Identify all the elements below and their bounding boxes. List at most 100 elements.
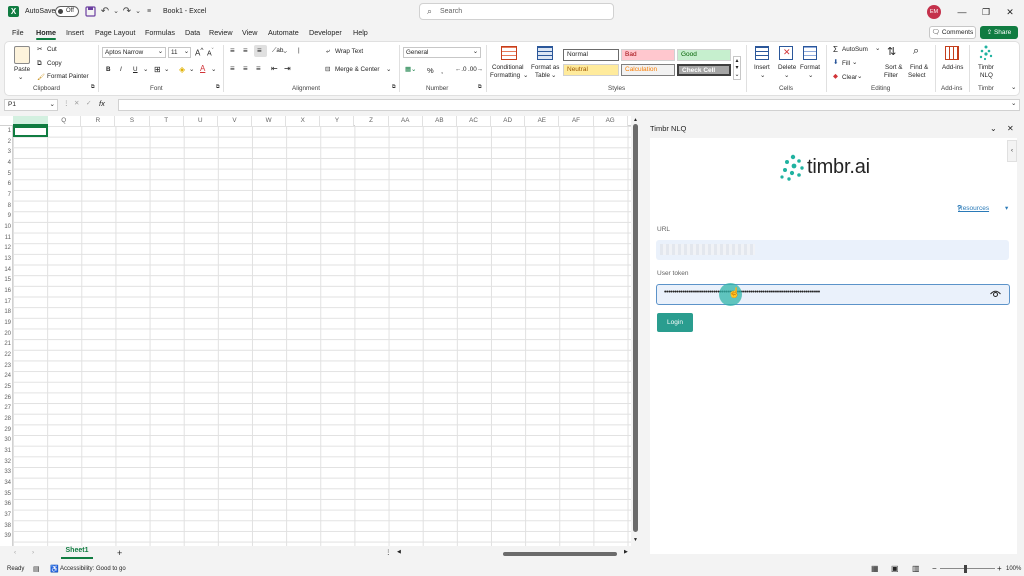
login-button[interactable]: Login <box>657 313 693 332</box>
chevron-down-icon[interactable]: ⌄ <box>875 45 880 52</box>
row-header-39[interactable]: 39 <box>0 531 13 542</box>
borders-icon[interactable]: ⊞ <box>154 65 161 74</box>
prev-sheet-icon[interactable]: ‹ <box>14 549 16 556</box>
column-header-ae[interactable]: AE <box>525 116 560 126</box>
row-header-35[interactable]: 35 <box>0 489 13 500</box>
insert-label[interactable]: Insert <box>754 64 770 71</box>
customize-toolbar-icon[interactable]: ≡ <box>143 6 155 18</box>
scroll-right-icon[interactable]: ▶ <box>624 549 628 555</box>
insert-function-icon[interactable]: fx <box>99 99 105 108</box>
minimize-icon[interactable]: — <box>955 5 969 19</box>
row-header-12[interactable]: 12 <box>0 243 13 254</box>
chevron-down-icon[interactable]: ⌄ <box>784 72 789 79</box>
tab-data[interactable]: Data <box>185 28 200 37</box>
column-header-ag[interactable]: AG <box>593 116 628 126</box>
more-options-icon[interactable]: ⋮ <box>63 100 69 107</box>
align-center-icon[interactable]: ≡ <box>243 64 248 73</box>
zoom-in-icon[interactable]: + <box>997 564 1002 573</box>
row-header-9[interactable]: 9 <box>0 211 13 222</box>
next-sheet-icon[interactable]: › <box>32 549 34 556</box>
format-painter-label[interactable]: Format Painter <box>47 73 89 80</box>
fill-color-dropdown-icon[interactable]: ⌄ <box>189 66 194 73</box>
row-header-15[interactable]: 15 <box>0 275 13 286</box>
percent-style-icon[interactable]: % <box>427 66 434 75</box>
accessibility-icon[interactable]: ♿ <box>50 565 59 573</box>
row-header-11[interactable]: 11 <box>0 233 13 244</box>
alignment-launcher-icon[interactable]: ⧉ <box>392 84 396 90</box>
name-box[interactable]: P1 ⌄ <box>4 99 58 111</box>
addins-label[interactable]: Add-ins <box>942 64 963 71</box>
paste-label[interactable]: Paste <box>14 66 30 73</box>
confirm-entry-icon[interactable]: ✓ <box>86 100 91 107</box>
decrease-decimal-icon[interactable]: .00→ <box>468 66 483 73</box>
table-label[interactable]: Table <box>535 72 550 79</box>
column-header-v[interactable]: V <box>217 116 253 126</box>
column-header-ab[interactable]: AB <box>422 116 457 126</box>
paste-icon[interactable] <box>14 46 30 64</box>
row-header-30[interactable]: 30 <box>0 435 13 446</box>
row-header-29[interactable]: 29 <box>0 425 13 436</box>
style-neutral[interactable]: Neutral <box>563 64 619 76</box>
row-header-7[interactable]: 7 <box>0 190 13 201</box>
number-format-dropdown[interactable]: General ⌄ <box>403 47 481 58</box>
search-box[interactable]: ⌕ Search <box>419 3 614 20</box>
row-header-26[interactable]: 26 <box>0 393 13 404</box>
chevron-down-icon[interactable]: ⌄ <box>852 59 857 66</box>
decrease-font-icon[interactable]: Aˇ <box>207 48 214 57</box>
row-header-20[interactable]: 20 <box>0 329 13 340</box>
sheet-tab-sheet1[interactable]: Sheet1 <box>61 547 93 559</box>
font-launcher-icon[interactable]: ⧉ <box>216 84 220 90</box>
restore-icon[interactable]: ❐ <box>979 5 993 19</box>
row-header-27[interactable]: 27 <box>0 403 13 414</box>
cut-icon[interactable]: ✂ <box>37 46 42 53</box>
user-avatar[interactable]: EM <box>927 5 941 19</box>
column-header-y[interactable]: Y <box>320 116 355 126</box>
comma-style-icon[interactable]: , <box>441 66 443 75</box>
tab-view[interactable]: View <box>242 28 257 37</box>
column-header-t[interactable]: T <box>149 116 184 126</box>
comments-button[interactable]: 🗨 Comments <box>929 26 976 39</box>
format-label[interactable]: Format <box>800 64 820 71</box>
tab-file[interactable]: File <box>12 28 24 37</box>
expand-formula-bar-icon[interactable]: ⌄ <box>1011 100 1016 107</box>
tab-formulas[interactable]: Formulas <box>145 28 175 37</box>
column-header-af[interactable]: AF <box>559 116 594 126</box>
row-header-31[interactable]: 31 <box>0 446 13 457</box>
column-header-u[interactable]: U <box>183 116 218 126</box>
row-header-17[interactable]: 17 <box>0 297 13 308</box>
font-name-dropdown[interactable]: Aptos Narrow ⌄ <box>102 47 166 58</box>
row-header-19[interactable]: 19 <box>0 318 13 329</box>
format-cells-icon[interactable] <box>803 46 817 60</box>
row-header-21[interactable]: 21 <box>0 339 13 350</box>
align-bottom-button[interactable]: ≡ <box>254 45 267 57</box>
font-color-dropdown-icon[interactable]: ⌄ <box>211 66 216 73</box>
merge-center-icon[interactable]: ⊟ <box>325 66 330 73</box>
fill-color-icon[interactable]: ◈ <box>179 65 185 74</box>
cancel-entry-icon[interactable]: ✕ <box>74 100 79 107</box>
format-as-table-icon[interactable] <box>537 46 553 60</box>
tab-help[interactable]: Help <box>353 28 368 37</box>
row-header-32[interactable]: 32 <box>0 457 13 468</box>
font-size-dropdown[interactable]: 11 ⌄ <box>168 47 191 58</box>
format-painter-icon[interactable]: 🖌 <box>37 73 45 81</box>
tab-home[interactable]: Home <box>36 28 56 37</box>
decrease-indent-icon[interactable]: ⇤ <box>271 64 278 73</box>
column-header-w[interactable]: W <box>252 116 287 126</box>
increase-font-icon[interactable]: A^ <box>195 47 203 58</box>
find-select-label[interactable]: Find & <box>910 64 928 71</box>
copy-label[interactable]: Copy <box>47 60 62 67</box>
autosum-label[interactable]: AutoSum <box>842 46 868 53</box>
find-select-icon[interactable]: ⌕ <box>913 45 919 58</box>
fill-label[interactable]: Fill <box>842 60 850 67</box>
row-header-10[interactable]: 10 <box>0 222 13 233</box>
tab-developer[interactable]: Developer <box>309 28 342 37</box>
font-color-icon[interactable]: A <box>200 64 205 73</box>
addins-icon[interactable] <box>945 46 959 60</box>
resources-link[interactable]: Resources <box>958 205 989 212</box>
wrap-text-icon[interactable]: ⤶ <box>326 48 330 56</box>
cut-label[interactable]: Cut <box>47 46 57 53</box>
style-check-cell[interactable]: Check Cell <box>677 64 731 76</box>
row-header-3[interactable]: 3 <box>0 147 13 158</box>
sort-filter-label[interactable]: Sort & <box>885 64 903 71</box>
row-header-2[interactable]: 2 <box>0 137 13 148</box>
